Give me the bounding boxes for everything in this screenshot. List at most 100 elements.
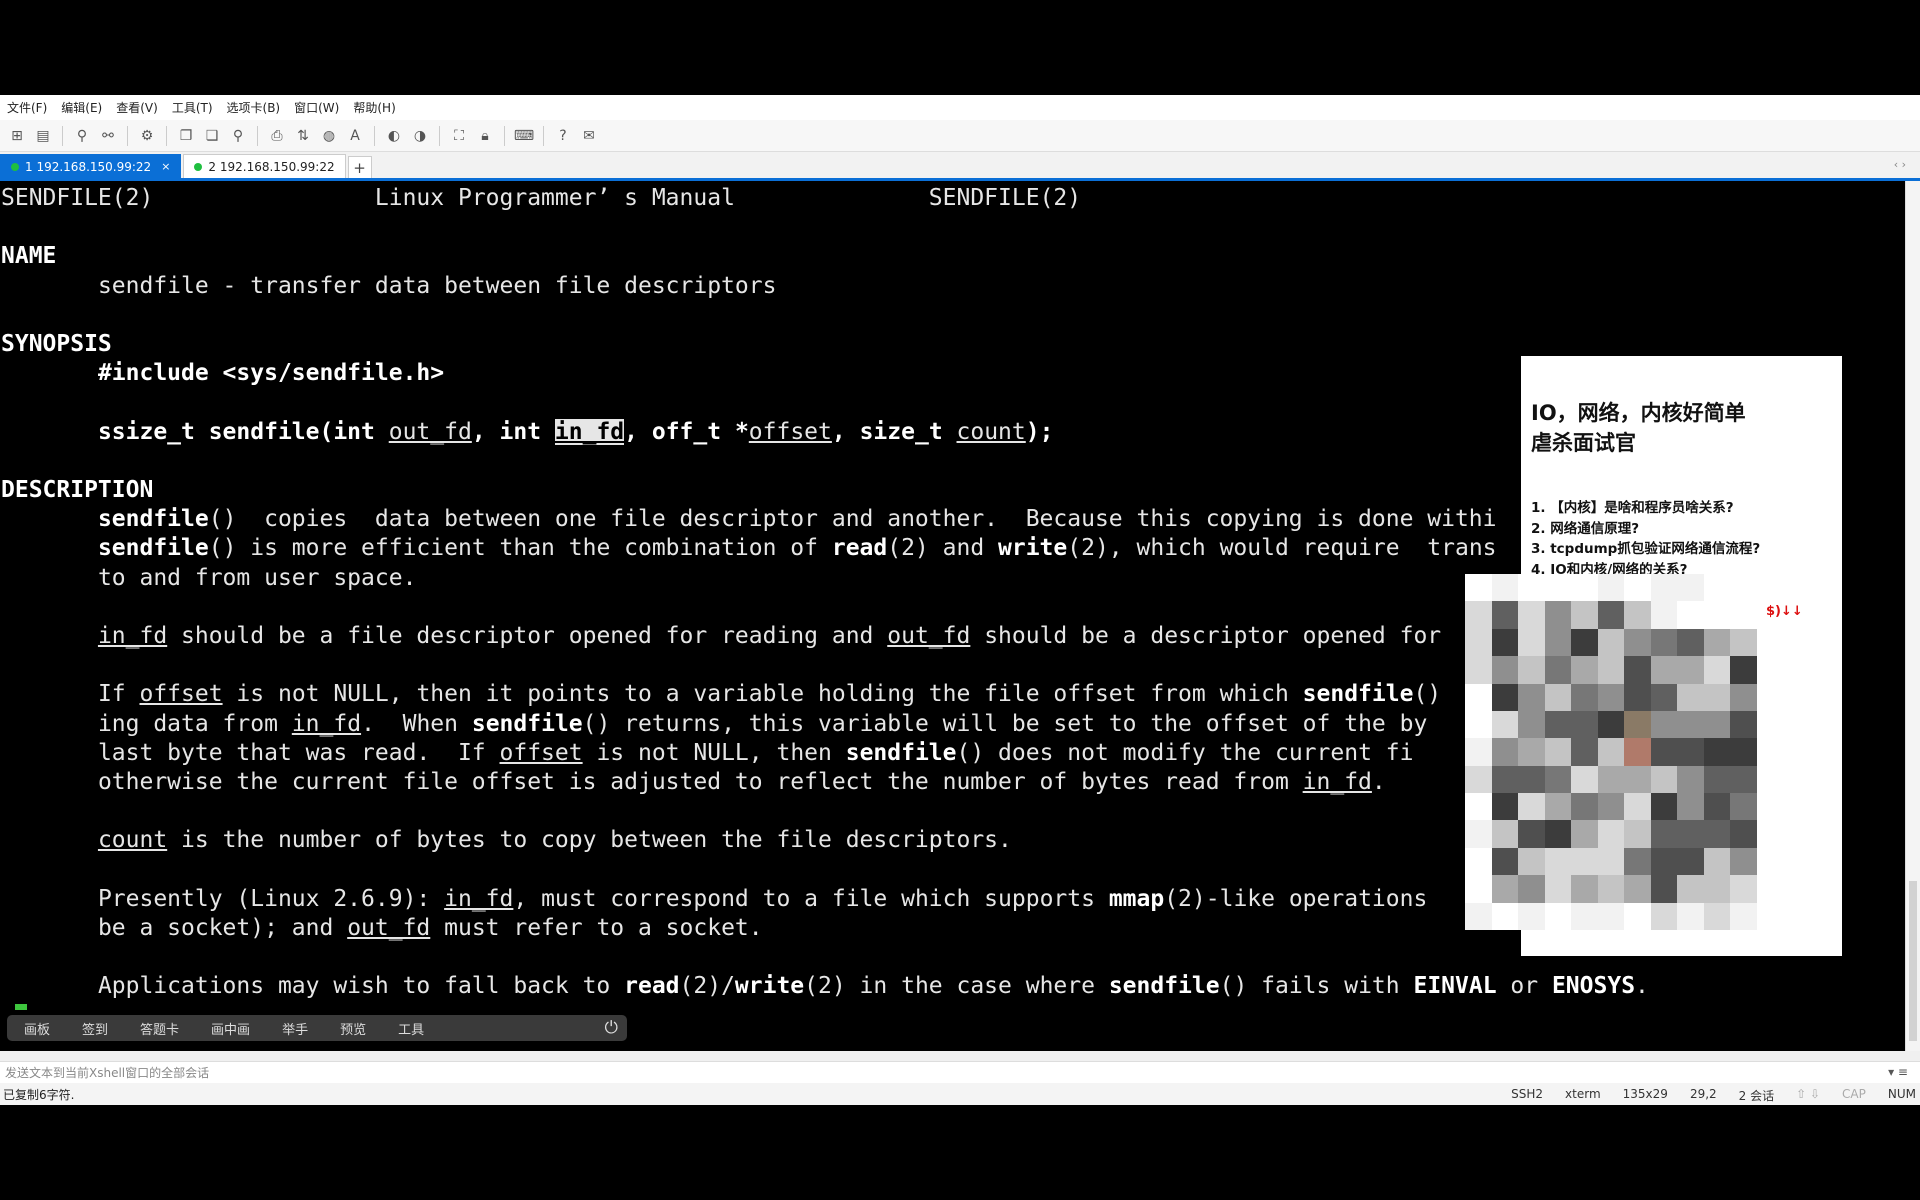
menu-window[interactable]: 窗口(W) — [287, 99, 346, 116]
mosaic-cell — [1703, 683, 1731, 711]
globe-icon[interactable]: ◍ — [318, 125, 340, 147]
tab-session-1[interactable]: 1 192.168.150.99:22 × — [0, 154, 182, 178]
properties-icon[interactable]: ⚙ — [136, 125, 158, 147]
mosaic-cell — [1677, 738, 1704, 766]
mosaic-cell — [1491, 683, 1519, 711]
paste-icon[interactable]: ❏ — [201, 125, 223, 147]
mosaic-cell — [1703, 765, 1731, 794]
mosaic-cell — [1730, 847, 1757, 876]
mosaic-cell — [1650, 793, 1678, 821]
mosaic-cell — [1571, 765, 1598, 794]
mosaic-cell — [1518, 738, 1545, 766]
list-item: 3. tcpdump抓包验证网络通信流程? — [1531, 541, 1761, 557]
mosaic-cell — [1544, 820, 1572, 848]
status-message: 已复制6字符. — [3, 1087, 75, 1102]
font-icon[interactable]: A — [344, 125, 366, 147]
menu-help[interactable]: 帮助(H) — [346, 99, 402, 116]
preview-button[interactable]: 预览 — [340, 1019, 366, 1038]
status-right: SSH2 xterm 135x29 29,2 2 会话 ⇧ ⇩ CAP NUM — [1511, 1087, 1916, 1104]
mosaic-cell — [1650, 875, 1678, 903]
mosaic-cell — [1544, 710, 1572, 739]
chat-icon[interactable]: ✉ — [578, 125, 600, 147]
mosaic-cell — [1518, 765, 1545, 794]
copy-icon[interactable]: ❐ — [175, 125, 197, 147]
mosaic-cell — [1624, 793, 1651, 821]
mosaic-cell — [1544, 902, 1572, 930]
mosaic-cell — [1730, 628, 1757, 657]
mosaic-cell — [1544, 683, 1572, 711]
new-session-icon[interactable]: ⊞ — [6, 125, 28, 147]
find-icon[interactable]: ⚲ — [227, 125, 249, 147]
mosaic-cell — [1571, 574, 1598, 602]
mosaic-cell — [1465, 875, 1492, 903]
mosaic-cell — [1597, 847, 1625, 876]
mosaic-cell — [1571, 820, 1598, 848]
whiteboard-button[interactable]: 画板 — [24, 1019, 50, 1038]
add-tab-button[interactable]: + — [347, 156, 372, 178]
mosaic-cell — [1491, 628, 1519, 657]
mosaic-cell — [1650, 574, 1678, 602]
mosaic-cell — [1730, 765, 1757, 794]
menu-edit[interactable]: 编辑(E) — [54, 99, 109, 116]
checkin-button[interactable]: 签到 — [82, 1019, 108, 1038]
fullscreen-icon[interactable]: ⛶ — [448, 125, 470, 147]
list-item: 1. 【内核】是啥和程序员啥关系? — [1531, 500, 1734, 516]
tools-button[interactable]: 工具 — [398, 1019, 424, 1038]
pixelated-webcam-video — [1465, 574, 1757, 930]
list-item: 2. 网络通信原理? — [1531, 520, 1640, 537]
help-icon[interactable]: ? — [552, 125, 574, 147]
scroll-thumb[interactable] — [1909, 881, 1917, 1041]
raise-hand-button[interactable]: 举手 — [282, 1019, 308, 1038]
menu-tabs[interactable]: 选项卡(B) — [220, 99, 288, 116]
tab-session-2[interactable]: 2 192.168.150.99:22 — [183, 154, 346, 178]
mosaic-cell — [1571, 601, 1598, 629]
close-tab-icon[interactable]: × — [161, 160, 170, 173]
picture-in-picture-button[interactable]: 画中画 — [211, 1019, 250, 1038]
mosaic-cell — [1650, 847, 1678, 876]
mosaic-cell — [1650, 656, 1678, 684]
mosaic-cell — [1730, 793, 1757, 821]
power-icon[interactable]: ⏻ — [605, 1018, 618, 1038]
tab-label: 1 192.168.150.99:22 — [25, 159, 152, 174]
mosaic-cell — [1491, 765, 1519, 794]
mosaic-cell — [1703, 820, 1731, 848]
menu-tools[interactable]: 工具(T) — [165, 99, 220, 116]
print-icon[interactable]: ⎙ — [266, 125, 288, 147]
transfer-icon[interactable]: ⇅ — [292, 125, 314, 147]
toolbar-divider — [543, 125, 544, 146]
mosaic-cell — [1624, 683, 1651, 711]
mosaic-cell — [1544, 656, 1572, 684]
toolbar-divider — [62, 125, 63, 146]
menu-view[interactable]: 查看(V) — [109, 99, 165, 116]
mosaic-cell — [1518, 875, 1545, 903]
lock-icon[interactable]: 🔒︎ — [474, 125, 496, 147]
open-folder-icon[interactable]: ▤ — [32, 125, 54, 147]
mosaic-cell — [1491, 710, 1519, 739]
mosaic-cell — [1491, 574, 1519, 602]
mosaic-cell — [1650, 820, 1678, 848]
mosaic-cell — [1518, 793, 1545, 821]
mosaic-cell — [1597, 793, 1625, 821]
connect-icon[interactable]: ⚲ — [71, 125, 93, 147]
disconnect-icon[interactable]: ⚯ — [97, 125, 119, 147]
mosaic-cell — [1677, 847, 1704, 876]
protocol-status: SSH2 — [1511, 1087, 1544, 1101]
mosaic-cell — [1465, 683, 1492, 711]
answer-card-button[interactable]: 答题卡 — [140, 1019, 179, 1038]
terminal-scrollbar[interactable] — [1905, 181, 1920, 1051]
toolbar-divider — [166, 125, 167, 146]
cursor-position: 29,2 — [1689, 1087, 1717, 1101]
keyboard-icon[interactable]: ⌨ — [513, 125, 535, 147]
compose-menu-icon[interactable]: ▾ ≡ — [1888, 1065, 1908, 1079]
mosaic-cell — [1597, 765, 1625, 794]
mosaic-cell — [1650, 765, 1678, 794]
toolbar-divider — [257, 125, 258, 146]
menu-file[interactable]: 文件(F) — [0, 99, 54, 116]
mosaic-cell — [1597, 601, 1625, 629]
xftp-icon[interactable]: ◐ — [383, 125, 405, 147]
mosaic-cell — [1544, 601, 1572, 629]
tab-nav-arrows[interactable]: ‹ › — [1894, 158, 1906, 171]
compose-bar[interactable]: 发送文本到当前Xshell窗口的全部会话 ▾ ≡ — [0, 1061, 1920, 1083]
script-icon[interactable]: ◑ — [409, 125, 431, 147]
mosaic-cell — [1571, 738, 1598, 766]
